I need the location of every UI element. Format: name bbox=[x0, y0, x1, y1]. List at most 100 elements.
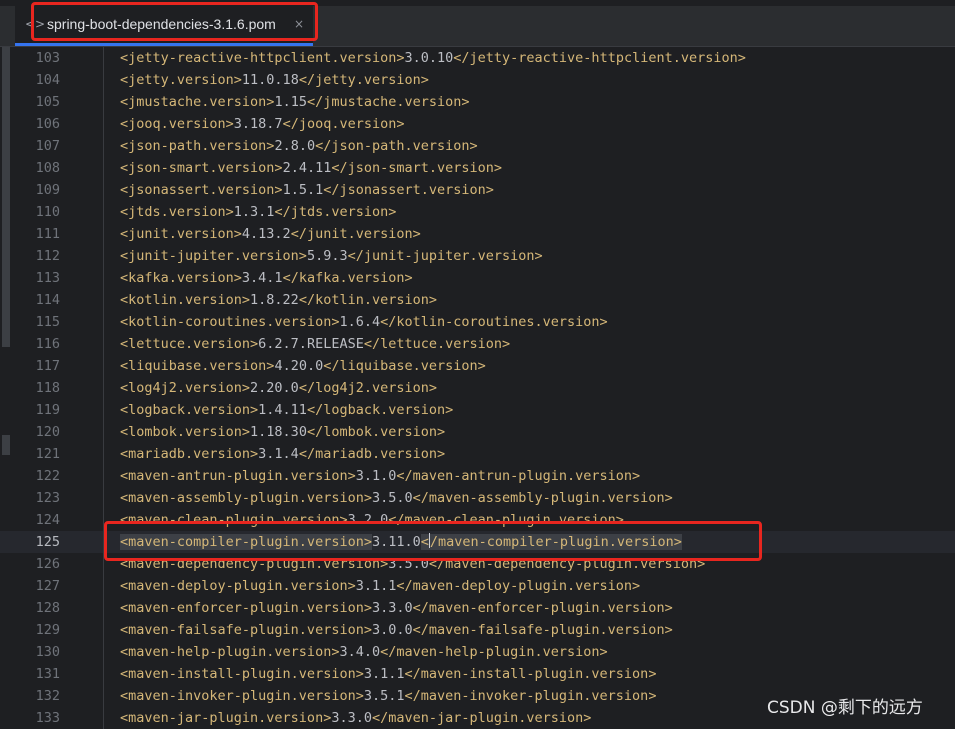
close-tag: </maven-antrun-plugin.version> bbox=[396, 468, 641, 484]
line-number: 128 bbox=[35, 600, 60, 616]
indent-guide bbox=[103, 179, 104, 201]
code-text: <json-smart.version>2.4.11</json-smart.v… bbox=[120, 157, 502, 179]
code-text: <maven-failsafe-plugin.version>3.0.0</ma… bbox=[120, 619, 673, 641]
tag-value: 4.20.0 bbox=[274, 358, 324, 374]
open-tag: <jsonassert.version> bbox=[120, 182, 283, 198]
code-line[interactable]: 117 <liquibase.version>4.20.0</liquibase.… bbox=[0, 355, 955, 377]
code-line[interactable]: 107 <json-path.version>2.8.0</json-path.v… bbox=[0, 135, 955, 157]
indent-guide bbox=[103, 553, 104, 575]
tag-value: 5.9.3 bbox=[306, 248, 348, 264]
code-line[interactable]: 123 <maven-assembly-plugin.version>3.5.0<… bbox=[0, 487, 955, 509]
open-tag: <jetty.version> bbox=[120, 72, 242, 88]
tab-spring-boot-dependencies-pom[interactable]: <> spring-boot-dependencies-3.1.6.pom × bbox=[15, 6, 313, 46]
indent-guide bbox=[103, 69, 104, 91]
open-tag: <jetty-reactive-httpclient.version> bbox=[120, 50, 405, 66]
line-number: 111 bbox=[35, 226, 60, 242]
code-line[interactable]: 127 <maven-deploy-plugin.version>3.1.1</m… bbox=[0, 575, 955, 597]
tag-value: 6.2.7.RELEASE bbox=[258, 336, 364, 352]
tag-value: 3.3.0 bbox=[371, 600, 413, 616]
indent-guide bbox=[103, 355, 104, 377]
line-number: 117 bbox=[35, 358, 60, 374]
open-tag: <jtds.version> bbox=[120, 204, 234, 220]
close-tag: </kotlin-coroutines.version> bbox=[380, 314, 608, 330]
code-line[interactable]: 106 <jooq.version>3.18.7</jooq.version> bbox=[0, 113, 955, 135]
code-line[interactable]: 126 <maven-dependency-plugin.version>3.5.… bbox=[0, 553, 955, 575]
tag-value: 3.11.0 bbox=[371, 534, 421, 550]
code-text: <jooq.version>3.18.7</jooq.version> bbox=[120, 113, 405, 135]
code-text: <lettuce.version>6.2.7.RELEASE</lettuce.… bbox=[120, 333, 510, 355]
code-line[interactable]: 108 <json-smart.version>2.4.11</json-smar… bbox=[0, 157, 955, 179]
code-line[interactable]: 110 <jtds.version>1.3.1</jtds.version> bbox=[0, 201, 955, 223]
close-icon[interactable]: × bbox=[294, 17, 304, 31]
code-text: <maven-dependency-plugin.version>3.5.0</… bbox=[120, 553, 705, 575]
code-line[interactable]: 122 <maven-antrun-plugin.version>3.1.0</m… bbox=[0, 465, 955, 487]
close-tag: </maven-clean-plugin.version> bbox=[388, 512, 624, 528]
indent-guide bbox=[103, 619, 104, 641]
code-line[interactable]: 128 <maven-enforcer-plugin.version>3.3.0<… bbox=[0, 597, 955, 619]
code-line[interactable]: 113 <kafka.version>3.4.1</kafka.version> bbox=[0, 267, 955, 289]
code-line[interactable]: 130 <maven-help-plugin.version>3.4.0</mav… bbox=[0, 641, 955, 663]
tag-value: 3.1.4 bbox=[258, 446, 299, 462]
line-number: 109 bbox=[35, 182, 60, 198]
code-line[interactable]: 111 <junit.version>4.13.2</junit.version> bbox=[0, 223, 955, 245]
open-tag: <maven-enforcer-plugin.version> bbox=[120, 600, 372, 616]
close-tag: </maven-install-plugin.version> bbox=[404, 666, 657, 682]
indent-guide bbox=[103, 663, 104, 685]
code-line[interactable]: 121 <mariadb.version>3.1.4</mariadb.versi… bbox=[0, 443, 955, 465]
line-number: 106 bbox=[35, 116, 60, 132]
code-text: <maven-install-plugin.version>3.1.1</mav… bbox=[120, 663, 656, 685]
code-line[interactable]: 112 <junit-jupiter.version>5.9.3</junit-j… bbox=[0, 245, 955, 267]
code-text: <jetty-reactive-httpclient.version>3.0.1… bbox=[120, 47, 746, 69]
open-tag: <maven-jar-plugin.version> bbox=[120, 710, 332, 726]
close-tag: </log4j2.version> bbox=[298, 380, 437, 396]
tag-value: 3.5.1 bbox=[363, 688, 405, 704]
code-line[interactable]: 114 <kotlin.version>1.8.22</kotlin.versio… bbox=[0, 289, 955, 311]
code-text: <jtds.version>1.3.1</jtds.version> bbox=[120, 201, 396, 223]
text-caret bbox=[428, 533, 430, 548]
line-number: 115 bbox=[35, 314, 60, 330]
line-number: 104 bbox=[35, 72, 60, 88]
code-text: <liquibase.version>4.20.0</liquibase.ver… bbox=[120, 355, 486, 377]
code-line[interactable]: 118 <log4j2.version>2.20.0</log4j2.versio… bbox=[0, 377, 955, 399]
close-tag: </liquibase.version> bbox=[323, 358, 486, 374]
close-tag: </jmustache.version> bbox=[306, 94, 470, 110]
tag-value: 3.1.1 bbox=[355, 578, 397, 594]
code-text: <jmustache.version>1.15</jmustache.versi… bbox=[120, 91, 470, 113]
close-tag: </junit.version> bbox=[290, 226, 421, 242]
code-text: <maven-deploy-plugin.version>3.1.1</mave… bbox=[120, 575, 640, 597]
tag-value: 2.8.0 bbox=[274, 138, 316, 154]
code-line[interactable]: 104 <jetty.version>11.0.18</jetty.version… bbox=[0, 69, 955, 91]
tag-value: 3.0.10 bbox=[404, 50, 454, 66]
line-number: 131 bbox=[35, 666, 60, 682]
code-text: <jsonassert.version>1.5.1</jsonassert.ve… bbox=[120, 179, 494, 201]
tag-value: 1.6.4 bbox=[339, 314, 381, 330]
tag-value: 3.4.0 bbox=[339, 644, 381, 660]
code-line[interactable]: 124 <maven-clean-plugin.version>3.2.0</ma… bbox=[0, 509, 955, 531]
code-line[interactable]: 105 <jmustache.version>1.15</jmustache.ve… bbox=[0, 91, 955, 113]
code-line[interactable]: 125 <maven-compiler-plugin.version>3.11.0… bbox=[0, 531, 955, 553]
line-number: 116 bbox=[35, 336, 60, 352]
open-tag: <maven-clean-plugin.version> bbox=[120, 512, 348, 528]
code-line[interactable]: 131 <maven-install-plugin.version>3.1.1</… bbox=[0, 663, 955, 685]
line-number: 113 bbox=[35, 270, 60, 286]
code-line[interactable]: 119 <logback.version>1.4.11</logback.vers… bbox=[0, 399, 955, 421]
code-line[interactable]: 129 <maven-failsafe-plugin.version>3.0.0<… bbox=[0, 619, 955, 641]
close-tag: </jetty-reactive-httpclient.version> bbox=[453, 50, 746, 66]
code-line[interactable]: 109 <jsonassert.version>1.5.1</jsonassert… bbox=[0, 179, 955, 201]
indent-guide bbox=[103, 575, 104, 597]
open-tag: <maven-assembly-plugin.version> bbox=[120, 490, 372, 506]
close-tag: </maven-help-plugin.version> bbox=[380, 644, 608, 660]
open-tag: <lombok.version> bbox=[120, 424, 251, 440]
code-editor[interactable]: 103 <jetty-reactive-httpclient.version>3.… bbox=[0, 47, 955, 729]
active-tab-underline bbox=[15, 43, 313, 46]
close-tag: </logback.version> bbox=[306, 402, 454, 418]
close-tag: </lombok.version> bbox=[306, 424, 446, 440]
code-line[interactable]: 115 <kotlin-coroutines.version>1.6.4</kot… bbox=[0, 311, 955, 333]
line-number: 112 bbox=[35, 248, 60, 264]
line-number: 105 bbox=[35, 94, 60, 110]
tag-value: 11.0.18 bbox=[241, 72, 299, 88]
code-line[interactable]: 116 <lettuce.version>6.2.7.RELEASE</lettu… bbox=[0, 333, 955, 355]
code-text: <logback.version>1.4.11</logback.version… bbox=[120, 399, 453, 421]
code-line[interactable]: 103 <jetty-reactive-httpclient.version>3.… bbox=[0, 47, 955, 69]
code-line[interactable]: 120 <lombok.version>1.18.30</lombok.versi… bbox=[0, 421, 955, 443]
